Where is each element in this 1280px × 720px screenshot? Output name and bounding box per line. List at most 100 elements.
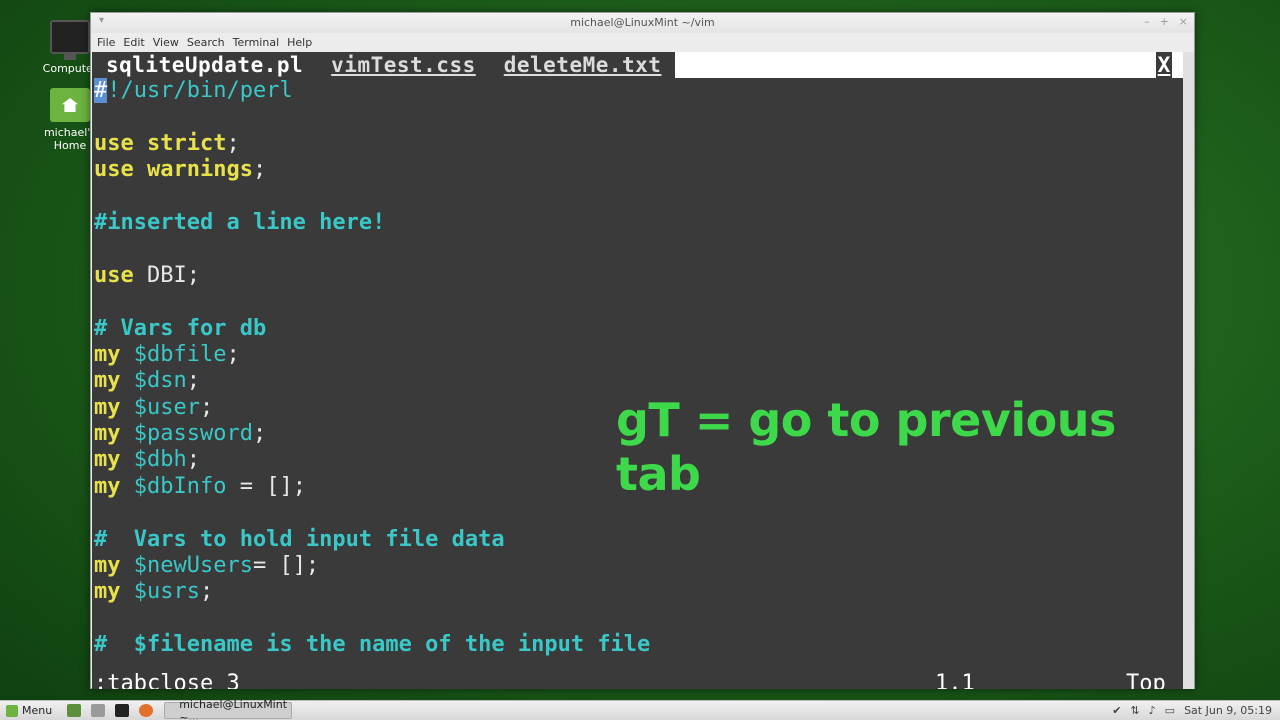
computer-icon [50, 20, 90, 60]
code-line[interactable] [94, 236, 1184, 262]
close-button[interactable]: × [1179, 15, 1188, 28]
vim-tab-sqliteupdate[interactable]: sqliteUpdate.pl [92, 52, 318, 78]
vim-tab-deleteme[interactable]: deleteMe.txt [489, 52, 676, 78]
code-token: # Vars for db [94, 315, 267, 341]
code-token: use [94, 262, 134, 288]
vim-cursor: # [94, 78, 108, 103]
home-folder-icon [50, 88, 90, 122]
terminal-launcher-icon[interactable] [115, 704, 130, 717]
maximize-button[interactable]: + [1160, 15, 1169, 28]
code-token: ; [252, 157, 267, 183]
terminal-scrollbar[interactable] [1183, 52, 1194, 689]
code-token: warnings [133, 157, 253, 183]
vim-tab-vimtest[interactable]: vimTest.css [317, 52, 490, 78]
code-token: !/usr/bin/perl [107, 78, 293, 103]
code-token: strict [133, 130, 227, 156]
code-line[interactable]: my $dbfile; [94, 342, 1184, 368]
tutorial-overlay-caption: gT = go to previous tab [616, 393, 1116, 501]
code-line[interactable]: use strict; [94, 131, 1184, 157]
vim-command-line[interactable]: :tabclose 3 [94, 671, 1184, 689]
code-token: $password [120, 421, 253, 447]
code-token: ; [226, 341, 240, 367]
show-desktop-icon[interactable] [67, 704, 82, 717]
code-line[interactable] [94, 606, 1184, 632]
code-line[interactable]: # $filename is the name of the input fil… [94, 632, 1184, 658]
vim-scroll-position: Top [1126, 671, 1166, 689]
start-menu-label: Menu [22, 704, 53, 717]
code-line[interactable]: my $usrs; [94, 579, 1184, 605]
taskbar-window-label: michael@LinuxMint ~... [179, 697, 288, 720]
battery-icon[interactable]: ▭ [1165, 704, 1175, 717]
volume-icon[interactable]: ♪ [1149, 704, 1156, 717]
code-line[interactable]: my $newUsers= []; [94, 553, 1184, 579]
minimize-button[interactable]: – [1144, 15, 1150, 28]
code-line[interactable] [94, 500, 1184, 526]
window-title: michael@LinuxMint ~/vim [570, 16, 715, 29]
code-token: my [94, 553, 121, 579]
code-token: use [94, 130, 134, 156]
window-titlebar[interactable]: ▾ michael@LinuxMint ~/vim – + × [91, 13, 1194, 33]
code-line[interactable]: #inserted a line here! [94, 210, 1184, 236]
code-token: = []; [226, 473, 306, 499]
taskbar: Menu michael@LinuxMint ~... ✔ ⇅ ♪ ▭ Sat … [0, 698, 1280, 720]
code-token: use [94, 157, 134, 183]
menu-file[interactable]: File [97, 36, 121, 49]
terminal-window: ▾ michael@LinuxMint ~/vim – + × File Edi… [90, 12, 1195, 689]
network-icon[interactable]: ⇅ [1130, 704, 1139, 717]
vim-tabline: sqliteUpdate.pl vimTest.css deleteMe.txt… [92, 52, 1184, 78]
code-token: # $filename is the name of the input fil… [94, 632, 651, 658]
system-tray: ✔ ⇅ ♪ ▭ Sat Jun 9, 05:19 [1112, 704, 1280, 717]
update-shield-icon[interactable]: ✔ [1112, 704, 1121, 717]
code-token: ; [199, 579, 214, 605]
terminal-area[interactable]: sqliteUpdate.pl vimTest.css deleteMe.txt… [92, 52, 1184, 689]
code-token: my [94, 579, 121, 605]
code-token: # Vars to hold input file data [94, 526, 505, 552]
vim-tab-close-button[interactable]: X [1156, 52, 1172, 78]
menu-view[interactable]: View [153, 36, 185, 49]
code-token: ; [252, 421, 267, 447]
code-token: = []; [252, 553, 320, 579]
clock[interactable]: Sat Jun 9, 05:19 [1184, 704, 1272, 717]
taskbar-window-terminal[interactable]: michael@LinuxMint ~... [164, 698, 293, 720]
code-token: my [94, 341, 121, 367]
code-token: ; [186, 368, 200, 394]
code-token: $usrs [120, 579, 200, 605]
code-token: ; [226, 130, 240, 156]
code-line[interactable]: # Vars to hold input file data [94, 527, 1184, 553]
code-line[interactable]: # Vars for db [94, 316, 1184, 342]
code-token: my [94, 394, 121, 420]
mint-logo-icon [6, 704, 18, 717]
code-token: ; [199, 394, 214, 420]
code-line[interactable] [94, 289, 1184, 315]
code-line[interactable]: use warnings; [94, 157, 1184, 183]
firefox-launcher-icon[interactable] [139, 704, 154, 717]
code-token: ; [186, 447, 200, 473]
code-token: $dbInfo [120, 473, 227, 499]
code-token: DBI; [133, 262, 200, 288]
menu-search[interactable]: Search [187, 36, 231, 49]
code-token: $dbh [120, 447, 187, 473]
menu-terminal[interactable]: Terminal [233, 36, 286, 49]
menu-help[interactable]: Help [287, 36, 318, 49]
code-token: my [94, 421, 121, 447]
code-line[interactable]: #!/usr/bin/perl [94, 78, 1184, 104]
code-token: my [94, 368, 121, 394]
code-token: my [94, 447, 121, 473]
code-line[interactable]: use DBI; [94, 263, 1184, 289]
code-token: #inserted a line here! [94, 209, 386, 235]
vim-tabline-fill [675, 52, 1156, 78]
vim-cursor-position: 1,1 [935, 671, 975, 689]
code-token: my [94, 473, 121, 499]
code-line[interactable]: my $dsn; [94, 368, 1184, 394]
start-menu-button[interactable]: Menu [0, 704, 62, 717]
menu-edit[interactable]: Edit [123, 36, 150, 49]
code-token: $dbfile [120, 341, 227, 367]
menu-bar: File Edit View Search Terminal Help [91, 33, 1194, 52]
code-token: $dsn [120, 368, 187, 394]
code-token: $user [120, 394, 200, 420]
code-token: $newUsers [120, 553, 253, 579]
code-line[interactable] [94, 104, 1184, 130]
code-line[interactable] [94, 184, 1184, 210]
files-launcher-icon[interactable] [91, 704, 106, 717]
vim-buffer[interactable]: #!/usr/bin/perl use strict; use warnings;… [94, 78, 1184, 659]
